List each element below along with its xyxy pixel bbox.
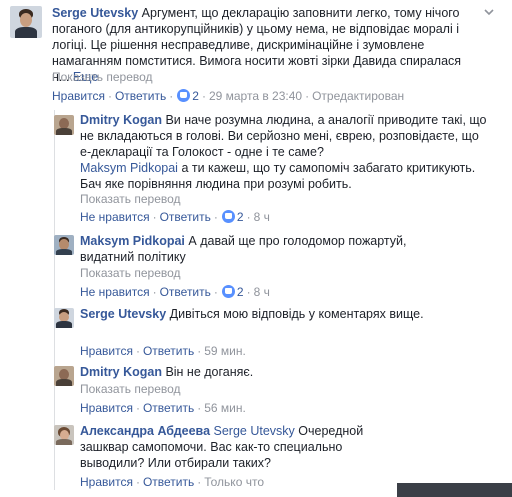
comment-actions: Нравится · Ответить · 56 мин. — [80, 401, 246, 415]
reply-button[interactable]: Ответить — [160, 210, 211, 224]
like-button[interactable]: Нравится — [80, 344, 133, 358]
avatar[interactable] — [10, 6, 42, 38]
reaction-count[interactable]: 2 — [237, 210, 244, 224]
show-translation-link[interactable]: Показать перевод — [80, 381, 181, 397]
like-reaction-icon[interactable] — [221, 210, 235, 223]
avatar[interactable] — [54, 308, 74, 328]
comment-author[interactable]: Dmitry Kogan — [80, 113, 162, 127]
edited-label: Отредактирован — [312, 89, 405, 103]
reply-3: Serge Utevsky Дивіться мою відповідь у к… — [0, 302, 512, 362]
reply-button[interactable]: Ответить — [143, 401, 194, 415]
unlike-button[interactable]: Не нравится — [80, 285, 150, 299]
like-button[interactable]: Нравится — [80, 475, 133, 489]
reply-button[interactable]: Ответить — [160, 285, 211, 299]
bottom-bar — [397, 483, 512, 497]
like-button[interactable]: Нравится — [80, 401, 133, 415]
comment-body: Maksym Pidkopai А давай ще про голодомор… — [80, 233, 460, 265]
avatar[interactable] — [54, 366, 74, 386]
comment-time[interactable]: 56 мин. — [204, 401, 246, 415]
comment-body: Dmitry Kogan Він не доганяє. — [80, 364, 490, 380]
comment-actions: Нравится · Ответить · 59 мин. — [80, 344, 246, 358]
reply-1: Dmitry Kogan Ви наче розумна людина, а а… — [0, 110, 512, 230]
comment-actions: Нравится · Ответить · 2 · 29 марта в 23:40 · Отр… — [52, 89, 405, 103]
reaction-count[interactable]: 2 — [192, 89, 199, 103]
comment-body: Serge Utevsky Дивіться мою відповідь у к… — [80, 306, 490, 322]
comment-actions: Нравится · Ответить · Только что — [80, 475, 264, 489]
comment-author[interactable]: Dmitry Kogan — [80, 365, 162, 379]
like-reaction-icon[interactable] — [221, 285, 235, 298]
show-translation-link[interactable]: Показать перевод — [52, 69, 153, 85]
comment-text: Він не доганяє. — [165, 365, 254, 379]
reply-button[interactable]: Ответить — [143, 475, 194, 489]
comment-author[interactable]: Serge Utevsky — [52, 6, 138, 20]
avatar[interactable] — [54, 235, 74, 255]
show-translation-link[interactable]: Показать перевод — [80, 265, 181, 281]
like-reaction-icon[interactable] — [177, 89, 191, 102]
comment-actions: Не нравится · Ответить · 2 · 8 ч — [80, 285, 270, 299]
comment-author[interactable]: Serge Utevsky — [80, 307, 166, 321]
show-translation-link[interactable]: Показать перевод — [80, 191, 181, 207]
comment-body: Dmitry Kogan Ви наче розумна людина, а а… — [80, 112, 490, 192]
avatar[interactable] — [54, 115, 74, 135]
reply-button[interactable]: Ответить — [143, 344, 194, 358]
reply-4: Dmitry Kogan Він не доганяє. Показать пе… — [0, 362, 512, 420]
mention-link[interactable]: Serge Utevsky — [214, 424, 295, 438]
comment-time[interactable]: 8 ч — [254, 285, 270, 299]
comment-author[interactable]: Александра Абдеева — [80, 424, 210, 438]
reply-2: Maksym Pidkopai А давай ще про голодомор… — [0, 230, 512, 302]
mention-link[interactable]: Maksym Pidkopai — [80, 161, 178, 175]
comment-body: Александра Абдеева Serge Utevsky Очередн… — [80, 423, 400, 471]
comment-actions: Не нравится · Ответить · 2 · 8 ч — [80, 210, 270, 224]
reply-button[interactable]: Ответить — [115, 89, 166, 103]
chevron-down-icon[interactable] — [484, 7, 494, 17]
comment-time[interactable]: 29 марта в 23:40 — [209, 89, 302, 103]
avatar[interactable] — [54, 425, 74, 445]
comment-1: Serge Utevsky Аргумент, що декларацію за… — [0, 0, 512, 110]
unlike-button[interactable]: Не нравится — [80, 210, 150, 224]
like-button[interactable]: Нравится — [52, 89, 105, 103]
comment-author[interactable]: Maksym Pidkopai — [80, 234, 185, 248]
comment-time[interactable]: 8 ч — [254, 210, 270, 224]
comment-time[interactable]: 59 мин. — [204, 344, 246, 358]
comment-time[interactable]: Только что — [204, 475, 264, 489]
comment-text: Дивіться мою відповідь у коментарях вище… — [169, 307, 424, 321]
reaction-count[interactable]: 2 — [237, 285, 244, 299]
